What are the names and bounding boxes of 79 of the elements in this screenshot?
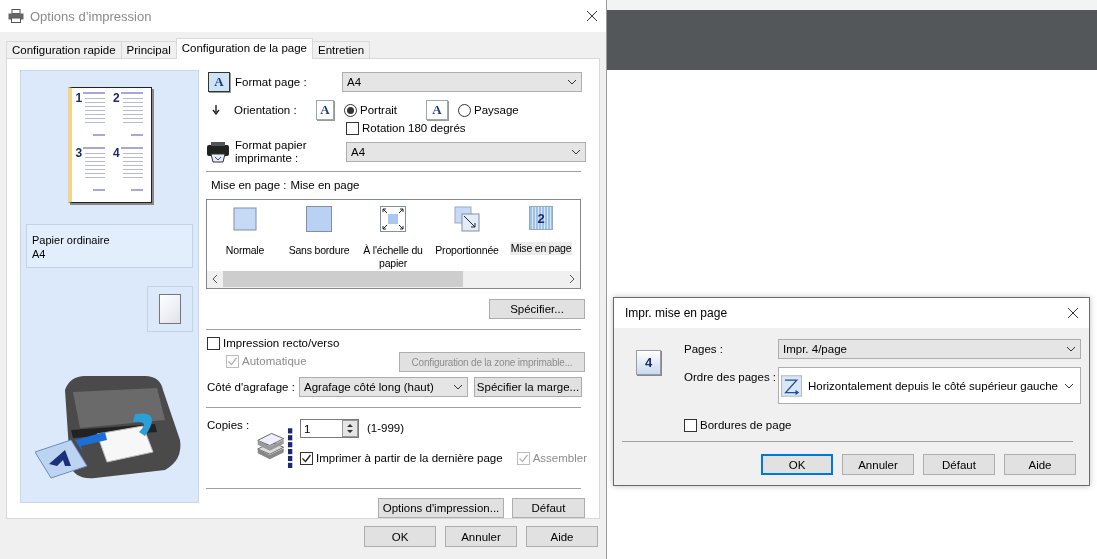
field-label: Copies : [206,419,251,433]
margin-button[interactable]: Spécifier la marge... [474,377,582,397]
tab[interactable]: Entretien [312,41,371,59]
layout-option[interactable]: Mise en page [509,242,573,256]
specify-button[interactable]: Spécifier... [489,299,585,320]
checkbox-label[interactable]: Rotation 180 degrés [362,121,466,135]
paper-icon [159,294,181,324]
paper-type: Papier ordinaire [32,233,111,247]
page-format-dropdown[interactable]: A4 [342,72,582,92]
layout-option[interactable]: Proportionnée [434,244,500,258]
field-label: Ordre des pages : [684,371,778,384]
page-number: 4 [113,147,120,159]
page-number: 1 [75,92,83,104]
dialog-title: Impr. mise en page [625,306,729,320]
radio-label[interactable]: Portrait [360,103,426,117]
field-label: Orientation : [234,103,298,117]
copies-field[interactable]: 1 [300,419,359,438]
spin-icon[interactable] [342,420,358,437]
layout-option[interactable]: Sans bordure [287,244,351,258]
dialog-button[interactable]: Aide [526,526,598,547]
printer-icon [206,140,230,163]
page-icon [306,206,332,233]
window-title: Options d’impression [30,8,153,24]
paper-size-dropdown[interactable]: A4 [346,141,586,162]
arrow-down-icon [212,105,220,115]
checkbox-label[interactable]: Impression recto/verso [223,337,340,351]
panel-button[interactable]: Options d'impression... [378,498,504,518]
field-label: Mise en page : [211,178,287,192]
checkbox-label[interactable]: Bordures de page [700,418,792,432]
pages-icon: 4 [636,350,661,375]
tab[interactable]: Configuration de la page [175,38,313,59]
checkbox[interactable] [346,121,359,135]
monitor-icon: A [208,72,230,92]
tab[interactable]: Configuration rapide [6,41,122,59]
panel-button[interactable]: Défaut [512,498,585,518]
page-icon [232,206,258,233]
field-label: Pages : [684,342,724,356]
caret-icon [1064,382,1074,389]
page-number: 3 [75,147,83,159]
paper-size: A4 [32,247,47,261]
field-label: Format page : [234,75,308,89]
caret-icon [571,148,581,155]
tab[interactable]: Principal [120,41,177,59]
page-number: 2 [113,92,120,104]
caret-icon [453,384,463,390]
radio-button[interactable] [344,103,357,117]
radio-button[interactable] [458,103,471,117]
scrollbar[interactable] [207,270,580,289]
paper-button[interactable] [147,286,193,332]
dialog-button[interactable]: OK [364,526,436,547]
checkbox[interactable] [207,337,220,351]
layout-icon: 2 [529,206,553,231]
caret-icon [1066,346,1076,352]
checkbox-label[interactable]: Imprimer à partir de la dernière page [316,451,503,465]
scale-page-icon [454,206,480,233]
layout-option[interactable]: Normale [224,244,266,258]
pages-dropdown[interactable]: Impr. 4/page [778,339,1081,359]
dialog-button[interactable]: Annuler [842,454,914,475]
radio-label[interactable]: Paysage [474,103,519,117]
copies-range: (1-999) [367,422,405,435]
caret-icon [567,79,577,85]
checkbox[interactable] [300,451,313,465]
dialog-button[interactable]: Annuler [445,526,517,547]
field-label: Format papier imprimante : [234,138,308,165]
dialog-button[interactable]: Aide [1004,454,1076,475]
dialog-button[interactable]: OK [761,454,833,475]
stapling-dropdown[interactable]: Agrafage côté long (haut) [299,377,468,397]
close-icon[interactable] [1067,307,1079,319]
page-order-dropdown[interactable]: Horizontalement depuis le côté supérieur gauche [778,367,1081,404]
field-value: Mise en page [290,178,360,192]
checkbox[interactable] [684,418,697,432]
close-icon[interactable] [586,10,598,22]
printer-icon [8,9,24,23]
field-label: Côté d'agrafage : [207,380,296,394]
orientation-icon: A [426,100,448,120]
orientation-icon: A [316,100,334,120]
fit-page-icon [380,206,406,233]
layout-option[interactable]: À l'échelle du papier [356,244,430,271]
dialog-button[interactable]: Défaut [923,454,995,475]
